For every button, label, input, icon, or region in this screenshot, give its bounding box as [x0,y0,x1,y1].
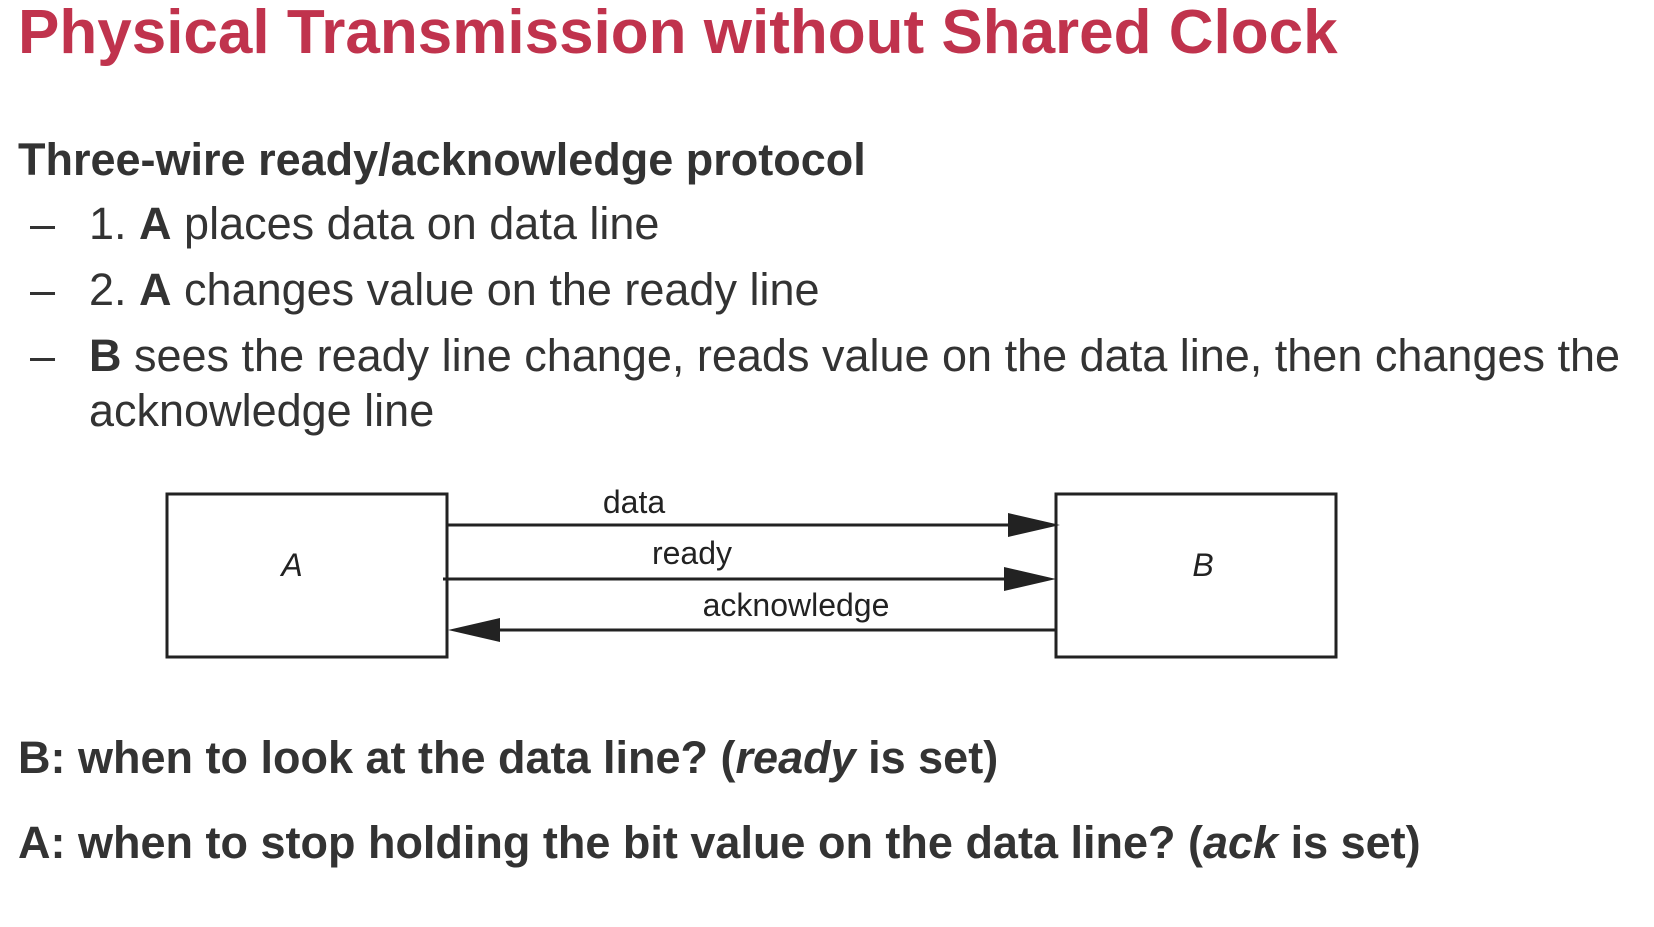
bullet-actor: B [89,330,122,381]
question-a: A: when to stop holding the bit value on… [18,817,1421,869]
acknowledge-line-label: acknowledge [703,587,890,623]
bullet-text: places data on data line [171,198,660,249]
question-emphasis: ready [735,732,856,783]
data-line-label: data [603,484,665,520]
ready-arrowhead [1004,567,1056,591]
node-box-b [1054,492,1338,659]
bullet-item-1: – 1. A places data on data line [0,196,1654,251]
question-lead: A: when to stop holding the bit value on… [18,817,1203,868]
question-emphasis: ack [1202,817,1279,868]
acknowledge-arrowhead [448,618,500,642]
node-label-a: A [279,547,302,583]
bullet-dash: – [30,330,56,381]
bullet-dash: – [30,264,56,315]
data-arrowhead [1008,513,1060,537]
question-b: B: when to look at the data line? (ready… [18,732,998,784]
bullet-actor: A [139,198,172,249]
ready-line-label: ready [652,535,732,571]
bullet-prefix: 2. [89,264,140,315]
question-tail: is set) [1278,817,1421,868]
bullet-item-2: – 2. A changes value on the ready line [0,262,1654,317]
node-label-b: B [1192,547,1213,583]
bullet-list: – 1. A places data on data line – 2. A c… [0,196,1654,449]
bullet-actor: A [139,264,172,315]
bullet-text: changes value on the ready line [171,264,820,315]
bullet-text: sees the ready line change, reads value … [89,330,1621,436]
bullet-dash: – [30,198,56,249]
bullet-item-3: – B sees the ready line change, reads va… [0,328,1654,438]
node-box-a [165,492,449,659]
question-lead: B: when to look at the data line? ( [18,732,736,783]
section-heading: Three-wire ready/acknowledge protocol [18,134,866,185]
question-tail: is set) [855,732,999,783]
bullet-prefix: 1. [89,198,140,249]
slide-title: Physical Transmission without Shared Clo… [18,0,1338,67]
